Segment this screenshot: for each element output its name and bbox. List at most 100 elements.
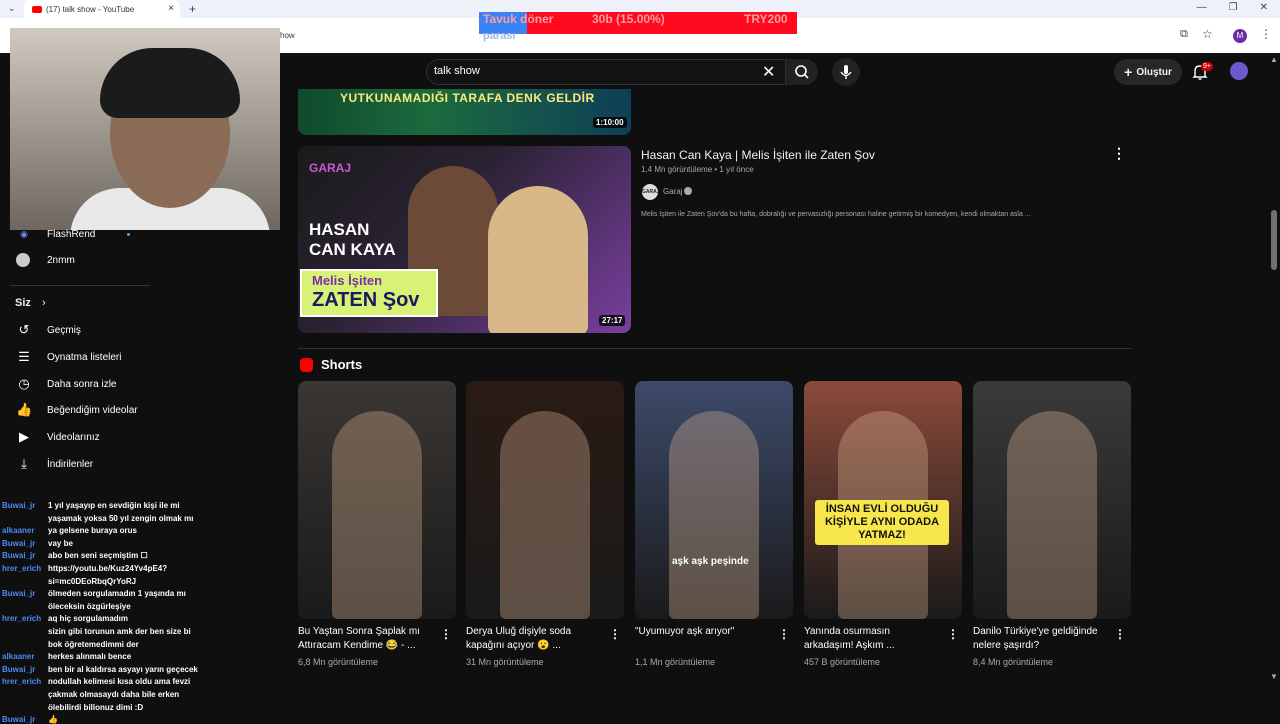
more-options-icon[interactable]: ⋮ — [609, 627, 621, 641]
url-text[interactable]: how — [280, 31, 295, 40]
thumbnail-person-right — [488, 186, 588, 333]
microphone-icon — [840, 65, 852, 79]
donation-alert: Tavuk döner 30b (15.00%) TRY200 parası — [479, 12, 797, 42]
short-title-link[interactable]: Yanında osurmasın arkadaşım! Aşkım ... — [804, 625, 934, 653]
sidebar-item-playlists[interactable]: ☰ Oynatma listeleri — [0, 344, 150, 370]
short-person — [1007, 411, 1097, 619]
more-options-icon[interactable]: ⋮ — [947, 627, 959, 641]
clear-search-icon[interactable]: ✕ — [762, 62, 775, 82]
channel-name-link[interactable]: Garaj — [663, 187, 683, 196]
chat-message: ölebilirdi billonuz dimi :D — [48, 702, 144, 712]
short-thumbnail[interactable] — [466, 381, 624, 619]
sidebar-sub-flashrend[interactable]: ◉ FlashRend — [0, 221, 150, 247]
plus-icon: + — [1124, 64, 1133, 80]
account-avatar[interactable] — [1230, 62, 1248, 80]
chat-message: ya gelsene buraya orus — [48, 526, 137, 536]
short-views: 457 B görüntüleme — [804, 657, 881, 667]
download-icon: ⤓ — [21, 456, 27, 471]
sidebar-sub-2nmm[interactable]: 2nmm — [0, 247, 150, 273]
chat-username: hrer_erich — [2, 564, 42, 573]
more-options-icon[interactable]: ⋮ — [440, 627, 452, 641]
sidebar-divider — [10, 285, 150, 286]
short-thumbnail[interactable] — [973, 381, 1131, 619]
alert-bottom-text: parası — [483, 30, 516, 42]
sidebar-item-your-videos[interactable]: ▶ Videolarınız — [0, 424, 150, 450]
webcam-hair — [100, 48, 240, 118]
sidebar-item-downloads[interactable]: ⤓ İndirilenler — [0, 451, 150, 477]
short-title-link[interactable]: Bu Yaştan Sonra Şaplak mı Attıracam Kend… — [298, 625, 428, 653]
thumbnail-name-line-2: CAN KAYA — [309, 240, 396, 259]
sidebar-item-label: Videolarınız — [47, 431, 100, 443]
video-title-link[interactable]: Hasan Can Kaya | Melis İşiten ile Zaten … — [641, 148, 875, 162]
shorts-logo-icon — [300, 358, 313, 372]
short-thumbnail[interactable] — [298, 381, 456, 619]
short-title-link[interactable]: Derya Uluğ dişiyle soda kapağını açıyor … — [466, 625, 596, 653]
short-thumbnail[interactable] — [635, 381, 793, 619]
browser-tab[interactable]: (17) talk show - YouTube × — [24, 0, 180, 18]
scroll-up-arrow-icon[interactable]: ▲ — [1270, 55, 1278, 64]
youtube-favicon-icon — [32, 5, 42, 13]
thumbnail-show-line-1: Melis İşiten — [312, 273, 383, 288]
browser-menu-icon[interactable]: ⋮ — [1260, 27, 1272, 41]
streamer-webcam — [10, 28, 280, 230]
sidebar-item-liked-videos[interactable]: 👍 Beğendiğim videolar — [0, 397, 150, 423]
chat-username: hrer_erich — [2, 677, 42, 687]
maximize-icon[interactable]: ❐ — [1229, 2, 1238, 13]
history-icon: ↺ — [18, 322, 30, 337]
short-person — [500, 411, 590, 619]
chat-message: yaşamak yoksa 50 yıl zengin olmak mı — [48, 513, 194, 523]
sidebar-section-you[interactable]: Siz › — [15, 297, 46, 309]
thumbnail-caption: YUTKUNAMADIĞI TARAFA DENK GELDİR — [340, 91, 595, 105]
chat-message: https://youtu.be/Kuz24Yv4pE4? — [48, 564, 168, 573]
window-controls: — ❐ ✕ — [1197, 2, 1268, 13]
sidebar-item-label: Daha sonra izle — [47, 378, 117, 390]
bookmark-star-icon[interactable]: ☆ — [1202, 27, 1213, 41]
section-divider — [298, 348, 1131, 349]
scrollbar-track[interactable] — [1268, 53, 1280, 683]
chat-username: alkaaner — [2, 652, 35, 662]
tab-list-chevron-icon[interactable]: ⌄ — [8, 3, 16, 14]
short-views: 1,1 Mn görüntüleme — [635, 657, 716, 667]
duration-badge: 27:17 — [599, 315, 626, 326]
voice-search-button[interactable] — [832, 58, 860, 86]
scrollbar-thumb[interactable] — [1271, 210, 1277, 270]
short-title-link[interactable]: Danilo Türkiye'ye geldiğinde nelere şaşı… — [973, 625, 1103, 653]
minimize-icon[interactable]: — — [1197, 2, 1207, 13]
channel-avatar[interactable]: GARAJ — [642, 184, 660, 200]
more-options-icon[interactable]: ⋮ — [778, 627, 790, 641]
search-box[interactable] — [426, 59, 786, 85]
sidebar-item-watch-later[interactable]: ◷ Daha sonra izle — [0, 371, 150, 397]
browser-profile-avatar[interactable]: M — [1233, 29, 1247, 43]
short-title-link[interactable]: "Uyumuyor aşk arıyor" — [635, 625, 765, 639]
video-icon: ▶ — [19, 429, 29, 444]
chat-username: Buwai_jr — [2, 501, 36, 510]
tab-close-icon[interactable]: × — [168, 3, 174, 14]
alert-left-text: Tavuk döner — [483, 12, 554, 26]
section-title: Siz — [15, 297, 31, 309]
create-button[interactable]: + Oluştur — [1114, 59, 1182, 85]
close-window-icon[interactable]: ✕ — [1260, 2, 1268, 13]
search-icon — [795, 65, 809, 79]
more-options-icon[interactable]: ⋮ — [1112, 145, 1126, 162]
sidebar-item-label: Geçmiş — [47, 324, 81, 336]
shorts-section-title: Shorts — [321, 357, 363, 372]
short-caption: aşk aşk peşinde — [672, 556, 749, 567]
install-icon[interactable]: ⧉ — [1180, 28, 1188, 41]
search-button[interactable] — [786, 59, 818, 85]
channel-avatar-icon — [16, 253, 30, 267]
thumbnail-show-logo: Melis İşiten ZATEN Şov — [300, 269, 438, 317]
clock-icon: ◷ — [18, 376, 30, 391]
scroll-down-arrow-icon[interactable]: ▼ — [1270, 672, 1278, 681]
channel-avatar-icon: ◉ — [20, 229, 28, 239]
verified-check-icon — [684, 187, 692, 195]
search-input[interactable]: talk show — [434, 65, 480, 77]
alert-middle-text: 30b (15.00%) — [592, 12, 665, 26]
more-options-icon[interactable]: ⋮ — [1114, 627, 1126, 641]
sidebar-sub-label: FlashRend — [47, 228, 96, 240]
sidebar-item-history[interactable]: ↺ Geçmiş — [0, 317, 150, 343]
chat-message: 1 yıl yaşayıp en sevdiğin kişi ile mi — [48, 501, 180, 510]
chat-message: ölmeden sorgulamadın 1 yaşında mı — [48, 589, 186, 599]
thumbnail-name-line-1: HASAN — [309, 220, 370, 239]
new-tab-icon[interactable]: + — [189, 2, 196, 16]
chat-message: ben bir al kaldırsa asyayı yarın geçecek — [48, 664, 198, 674]
